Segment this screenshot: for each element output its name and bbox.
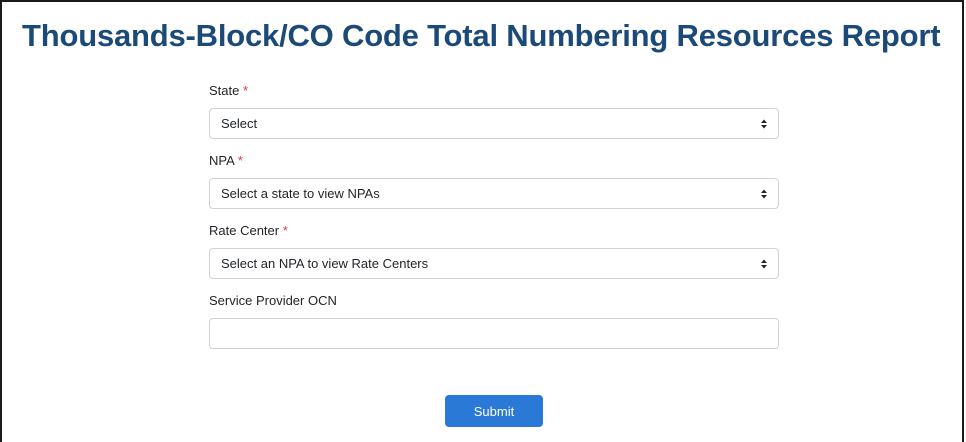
report-page: Thousands-Block/CO Code Total Numbering … — [0, 0, 964, 442]
state-required-marker: * — [242, 83, 249, 98]
submit-button[interactable]: Submit — [445, 395, 543, 427]
state-select-value: Select — [221, 116, 258, 131]
npa-select[interactable]: Select a state to view NPAs — [209, 178, 779, 209]
sort-caret-icon — [761, 189, 767, 199]
state-label-text: State — [209, 83, 240, 98]
sort-caret-icon — [761, 119, 767, 129]
npa-required-marker: * — [237, 153, 243, 168]
rate-center-select-value: Select an NPA to view Rate Centers — [221, 256, 429, 271]
rate-center-required-marker: * — [282, 223, 288, 238]
npa-select-value: Select a state to view NPAs — [221, 186, 380, 201]
npa-label: NPA * — [209, 153, 243, 168]
rate-center-label-text: Rate Center — [209, 223, 280, 238]
state-select[interactable]: Select — [209, 108, 779, 139]
npa-label-text: NPA — [209, 153, 235, 168]
ocn-label-text: Service Provider OCN — [209, 293, 337, 308]
rate-center-select[interactable]: Select an NPA to view Rate Centers — [209, 248, 779, 279]
ocn-label: Service Provider OCN — [209, 293, 337, 308]
ocn-input[interactable] — [209, 318, 779, 349]
sort-caret-icon — [761, 259, 767, 269]
rate-center-label: Rate Center * — [209, 223, 288, 238]
page-title: Thousands-Block/CO Code Total Numbering … — [22, 18, 941, 53]
state-label: State * — [209, 83, 248, 98]
